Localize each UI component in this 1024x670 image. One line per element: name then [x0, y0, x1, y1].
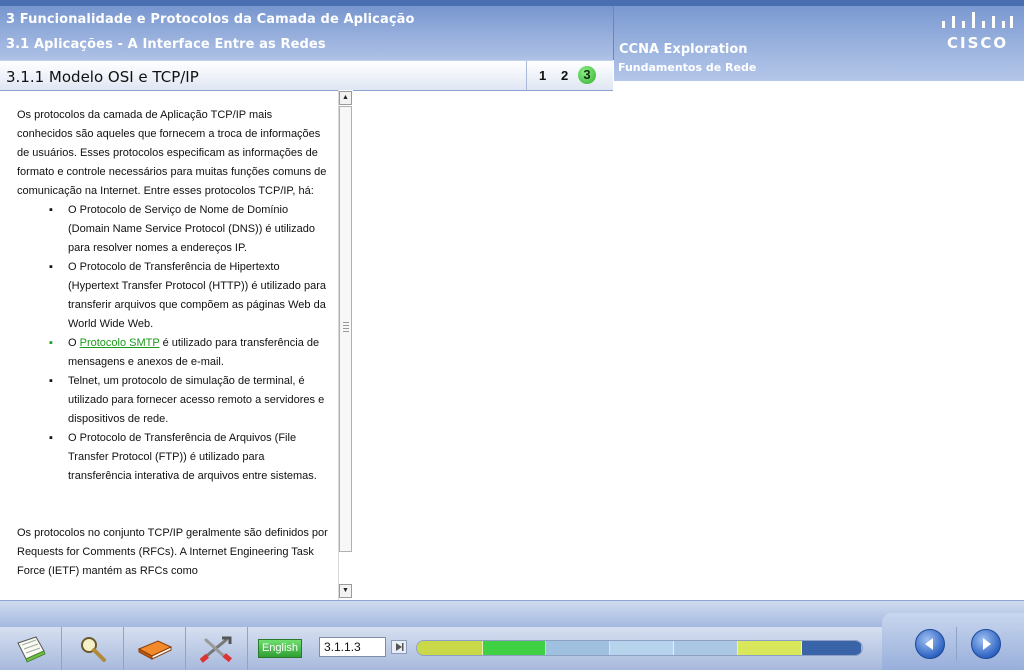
list-item: ▪ O Protocolo de Serviço de Nome de Domí…: [49, 201, 330, 258]
language-button[interactable]: English: [258, 639, 302, 658]
go-to-page-button[interactable]: [391, 640, 407, 654]
page-link-1[interactable]: 1: [539, 68, 546, 83]
back-arrow-icon: [925, 638, 933, 650]
list-item: ▪ O Protocolo de Transferência de Hipert…: [49, 258, 330, 334]
list-item-text: Telnet, um protocolo de simulação de ter…: [68, 375, 325, 425]
content-scrollbar[interactable]: ▲ ▼: [338, 90, 353, 600]
list-item-text: O Protocolo de Serviço de Nome de Domíni…: [68, 204, 315, 254]
progress-bar: [416, 640, 863, 656]
play-icon: [396, 643, 404, 651]
page-link-3-current[interactable]: 3: [578, 66, 596, 84]
nav-divider: [956, 627, 957, 661]
progress-segment: [546, 641, 610, 655]
scroll-up-button[interactable]: ▲: [339, 91, 352, 105]
outro-paragraph: Os protocolos no conjunto TCP/IP geralme…: [17, 527, 328, 577]
previous-page-button[interactable]: [915, 629, 945, 659]
progress-segment: [674, 641, 738, 655]
progress-segment: [610, 641, 674, 655]
page-title: 3.1.1 Modelo OSI e TCP/IP: [6, 68, 199, 86]
progress-segment: [417, 641, 483, 655]
glossary-button[interactable]: [0, 627, 62, 670]
page-nav-controls: [882, 613, 1024, 670]
list-item: ▪ O Protocolo de Transferência de Arquiv…: [49, 429, 330, 486]
header-titles: 3 Funcionalidade e Protocolos da Camada …: [0, 6, 614, 60]
cisco-logo-text: CISCO: [947, 34, 1009, 52]
smtp-link[interactable]: Protocolo SMTP: [80, 337, 160, 349]
grip-icon: [343, 322, 349, 332]
content-pane: Os protocolos da camada de Aplicação TCP…: [0, 90, 337, 600]
footer-band: [0, 600, 1024, 628]
search-button[interactable]: [62, 627, 124, 670]
notepad-icon: [17, 636, 46, 663]
page-title-bar: 3.1.1 Modelo OSI e TCP/IP 1 2 3: [0, 60, 613, 91]
list-item-text: O: [68, 337, 80, 349]
book-button[interactable]: [124, 627, 186, 670]
protocol-list: ▪ O Protocolo de Serviço de Nome de Domí…: [17, 201, 330, 486]
progress-segment: [802, 641, 862, 655]
scroll-down-button[interactable]: ▼: [339, 584, 352, 598]
chapter-title: 3 Funcionalidade e Protocolos da Camada …: [6, 12, 415, 27]
progress-segment: [483, 641, 546, 655]
scroll-thumb[interactable]: [339, 106, 352, 552]
list-item-text: O Protocolo de Transferência de Hipertex…: [68, 261, 326, 330]
list-item-text: O Protocolo de Transferência de Arquivos…: [68, 432, 317, 482]
bullet-icon: ▪: [49, 375, 53, 387]
book-icon: [137, 640, 173, 660]
tools-icon: [199, 636, 232, 663]
bottom-toolbar: English: [0, 627, 882, 670]
content-text: Os protocolos da camada de Aplicação TCP…: [17, 106, 330, 581]
bullet-icon: ▪: [49, 432, 53, 444]
bullet-icon: ▪: [49, 337, 53, 349]
cisco-logo-bars: [942, 12, 1013, 28]
list-item: ▪ O Protocolo SMTP é utilizado para tran…: [49, 334, 330, 372]
tools-button[interactable]: [186, 627, 248, 670]
brand-area: CISCO CCNA Exploration Fundamentos de Re…: [614, 6, 1024, 81]
forward-arrow-icon: [983, 638, 991, 650]
list-item: ▪ Telnet, um protocolo de simulação de t…: [49, 372, 330, 429]
next-page-button[interactable]: [971, 629, 1001, 659]
bullet-icon: ▪: [49, 204, 53, 216]
bullet-icon: ▪: [49, 261, 53, 273]
course-subtitle: Fundamentos de Rede: [618, 61, 757, 74]
course-title: CCNA Exploration: [619, 42, 748, 57]
page-link-2[interactable]: 2: [561, 68, 568, 83]
progress-segment: [738, 641, 802, 655]
page-number-input[interactable]: [319, 637, 386, 657]
section-title: 3.1 Aplicações - A Interface Entre as Re…: [6, 37, 326, 52]
page-navigation: 1 2 3: [526, 61, 614, 90]
intro-paragraph: Os protocolos da camada de Aplicação TCP…: [17, 109, 327, 197]
magnifier-icon: [81, 637, 106, 662]
